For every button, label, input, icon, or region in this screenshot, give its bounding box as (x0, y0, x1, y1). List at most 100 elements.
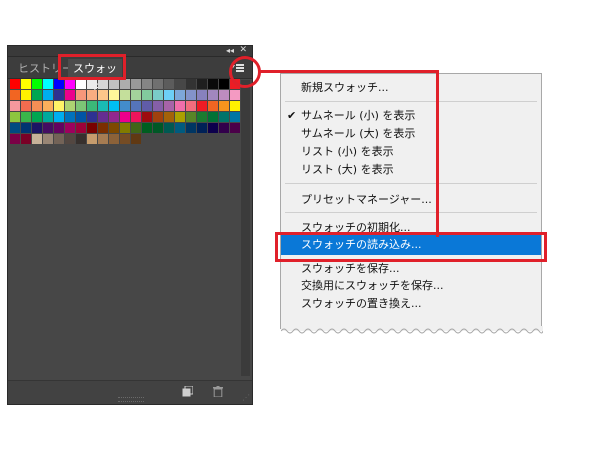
color-swatch[interactable] (175, 112, 185, 122)
color-swatch[interactable] (208, 101, 218, 111)
color-swatch[interactable] (208, 90, 218, 100)
color-swatch[interactable] (208, 112, 218, 122)
resize-grip-icon[interactable]: ⋰ (242, 393, 250, 402)
color-swatch[interactable] (164, 112, 174, 122)
color-swatch[interactable] (21, 90, 31, 100)
color-swatch[interactable] (32, 134, 42, 144)
color-swatch[interactable] (120, 134, 130, 144)
color-swatch[interactable] (21, 101, 31, 111)
color-swatch[interactable] (43, 112, 53, 122)
color-swatch[interactable] (87, 112, 97, 122)
menu-item-large-thumbnail[interactable]: サムネール (大) を表示 (301, 125, 415, 142)
color-swatch[interactable] (142, 79, 152, 89)
color-swatch[interactable] (43, 123, 53, 133)
color-swatch[interactable] (10, 123, 20, 133)
menu-item-small-list[interactable]: リスト (小) を表示 (301, 143, 394, 160)
color-swatch[interactable] (230, 101, 240, 111)
color-swatch[interactable] (120, 101, 130, 111)
menu-item-save-for-exchange[interactable]: 交換用にスウォッチを保存... (301, 277, 444, 294)
color-swatch[interactable] (186, 90, 196, 100)
color-swatch[interactable] (87, 123, 97, 133)
color-swatch[interactable] (164, 123, 174, 133)
color-swatch[interactable] (164, 90, 174, 100)
color-swatch[interactable] (76, 79, 86, 89)
panel-grip-icon[interactable] (118, 397, 144, 402)
color-swatch[interactable] (120, 123, 130, 133)
color-swatch[interactable] (109, 123, 119, 133)
close-panel-icon[interactable]: ✕ (239, 45, 247, 56)
color-swatch[interactable] (54, 101, 64, 111)
color-swatch[interactable] (98, 90, 108, 100)
color-swatch[interactable] (76, 112, 86, 122)
color-swatch[interactable] (208, 123, 218, 133)
panel-scrollbar[interactable] (241, 80, 250, 376)
color-swatch[interactable] (131, 101, 141, 111)
color-swatch[interactable] (219, 123, 229, 133)
color-swatch[interactable] (153, 90, 163, 100)
color-swatch[interactable] (153, 112, 163, 122)
color-swatch[interactable] (153, 101, 163, 111)
color-swatch[interactable] (21, 112, 31, 122)
color-swatch[interactable] (219, 101, 229, 111)
color-swatch[interactable] (65, 90, 75, 100)
color-swatch[interactable] (208, 79, 218, 89)
color-swatch[interactable] (98, 101, 108, 111)
color-swatch[interactable] (54, 79, 64, 89)
color-swatch[interactable] (65, 134, 75, 144)
color-swatch[interactable] (120, 79, 130, 89)
color-swatch[interactable] (43, 134, 53, 144)
color-swatch[interactable] (10, 79, 20, 89)
color-swatch[interactable] (54, 134, 64, 144)
color-swatch[interactable] (131, 134, 141, 144)
color-swatch[interactable] (98, 79, 108, 89)
color-swatch[interactable] (43, 101, 53, 111)
color-swatch[interactable] (131, 79, 141, 89)
color-swatch[interactable] (98, 123, 108, 133)
color-swatch[interactable] (76, 134, 86, 144)
color-swatch[interactable] (32, 101, 42, 111)
color-swatch[interactable] (21, 79, 31, 89)
color-swatch[interactable] (153, 123, 163, 133)
menu-item-preset-manager[interactable]: プリセットマネージャー... (301, 191, 432, 208)
trash-icon[interactable] (213, 386, 223, 397)
color-swatch[interactable] (186, 79, 196, 89)
color-swatch[interactable] (87, 134, 97, 144)
color-swatch[interactable] (10, 134, 20, 144)
color-swatch[interactable] (142, 101, 152, 111)
color-swatch[interactable] (230, 112, 240, 122)
color-swatch[interactable] (21, 134, 31, 144)
color-swatch[interactable] (197, 123, 207, 133)
color-swatch[interactable] (131, 123, 141, 133)
color-swatch[interactable] (43, 79, 53, 89)
color-swatch[interactable] (32, 90, 42, 100)
color-swatch[interactable] (10, 112, 20, 122)
color-swatch[interactable] (98, 134, 108, 144)
color-swatch[interactable] (120, 90, 130, 100)
color-swatch[interactable] (175, 123, 185, 133)
color-swatch[interactable] (109, 79, 119, 89)
color-swatch[interactable] (76, 123, 86, 133)
color-swatch[interactable] (131, 90, 141, 100)
color-swatch[interactable] (54, 90, 64, 100)
color-swatch[interactable] (219, 112, 229, 122)
color-swatch[interactable] (10, 90, 20, 100)
color-swatch[interactable] (142, 90, 152, 100)
color-swatch[interactable] (219, 90, 229, 100)
color-swatch[interactable] (87, 79, 97, 89)
color-swatch[interactable] (197, 79, 207, 89)
color-swatch[interactable] (197, 101, 207, 111)
color-swatch[interactable] (186, 101, 196, 111)
menu-item-new-swatch[interactable]: 新規スウォッチ... (301, 79, 389, 96)
new-swatch-icon[interactable] (182, 386, 193, 397)
menu-item-save-swatches[interactable]: スウォッチを保存... (301, 260, 400, 277)
color-swatch[interactable] (175, 90, 185, 100)
color-swatch[interactable] (219, 79, 229, 89)
color-swatch[interactable] (142, 112, 152, 122)
menu-item-small-thumbnail[interactable]: ✔ サムネール (小) を表示 (287, 107, 415, 124)
color-swatch[interactable] (131, 112, 141, 122)
color-swatch[interactable] (197, 112, 207, 122)
color-swatch[interactable] (109, 134, 119, 144)
color-swatch[interactable] (10, 101, 20, 111)
color-swatch[interactable] (54, 123, 64, 133)
color-swatch[interactable] (109, 90, 119, 100)
